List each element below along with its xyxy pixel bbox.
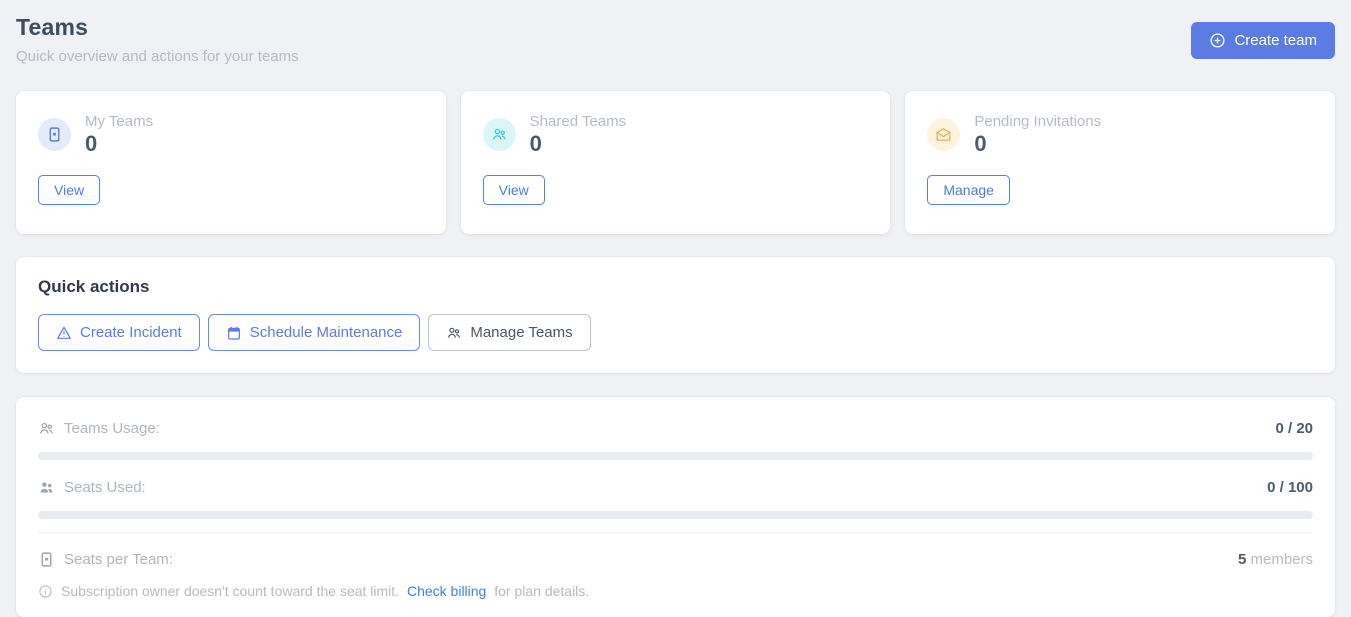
stat-card-header: My Teams 0 (38, 113, 424, 155)
stat-card-pending-invitations: Pending Invitations 0 Manage (905, 91, 1335, 234)
teams-usage-labelgroup: Teams Usage: (38, 420, 160, 437)
users-icon (446, 325, 462, 341)
stat-card-texts: Pending Invitations 0 (974, 113, 1101, 155)
schedule-maintenance-label: Schedule Maintenance (250, 324, 403, 341)
seats-per-team-labelgroup: Seats per Team: (38, 551, 173, 568)
stat-cards-row: My Teams 0 View Shared Teams 0 View (16, 91, 1335, 234)
quick-actions-buttons: Create Incident Schedule Maintenance Man… (38, 314, 1313, 351)
stat-card-header: Shared Teams 0 (483, 113, 869, 155)
seats-used-row: Seats Used: 0 / 100 (38, 473, 1313, 502)
quick-actions-panel: Quick actions Create Incident Schedule M… (16, 257, 1335, 373)
envelope-icon (927, 118, 960, 151)
id-badge-icon (38, 551, 55, 568)
quick-actions-heading: Quick actions (38, 277, 1313, 297)
teams-usage-label: Teams Usage: (64, 420, 160, 437)
page-header: Teams Quick overview and actions for you… (16, 14, 1335, 65)
stat-card-shared-teams: Shared Teams 0 View (461, 91, 891, 234)
info-icon (38, 584, 53, 599)
create-incident-label: Create Incident (80, 324, 182, 341)
note-text-before: Subscription owner doesn't count toward … (61, 583, 399, 599)
users-icon (483, 118, 516, 151)
view-my-teams-button[interactable]: View (38, 175, 100, 205)
page-header-text: Teams Quick overview and actions for you… (16, 14, 299, 65)
view-shared-teams-button[interactable]: View (483, 175, 545, 205)
teams-usage-value: 0 / 20 (1275, 420, 1313, 437)
seats-per-team-label: Seats per Team: (64, 551, 173, 568)
plus-circle-icon (1209, 32, 1226, 49)
check-billing-link[interactable]: Check billing (407, 583, 486, 599)
page-subtitle: Quick overview and actions for your team… (16, 48, 299, 65)
schedule-maintenance-button[interactable]: Schedule Maintenance (208, 314, 421, 351)
stat-card-label: Shared Teams (530, 113, 626, 130)
usage-divider (38, 532, 1313, 533)
stat-card-value: 0 (85, 133, 153, 155)
stat-card-label: Pending Invitations (974, 113, 1101, 130)
teams-page: Teams Quick overview and actions for you… (0, 0, 1351, 617)
stat-card-my-teams: My Teams 0 View (16, 91, 446, 234)
stat-card-texts: My Teams 0 (85, 113, 153, 155)
note-text-after: for plan details. (494, 583, 589, 599)
manage-teams-button[interactable]: Manage Teams (428, 314, 590, 351)
manage-invitations-button[interactable]: Manage (927, 175, 1010, 205)
stat-card-value: 0 (530, 133, 626, 155)
seats-per-team-suffix: members (1246, 551, 1313, 568)
teams-usage-progressbar (38, 452, 1313, 460)
seats-used-progressbar (38, 511, 1313, 519)
seats-used-label: Seats Used: (64, 479, 146, 496)
note-text: Subscription owner doesn't count toward … (61, 583, 589, 599)
usage-panel: Teams Usage: 0 / 20 Seats Used: 0 / 100 (16, 397, 1335, 617)
page-title: Teams (16, 14, 299, 41)
manage-teams-label: Manage Teams (470, 324, 572, 341)
stat-card-texts: Shared Teams 0 (530, 113, 626, 155)
users-filled-icon (38, 479, 55, 496)
stat-card-value: 0 (974, 133, 1101, 155)
stat-card-label: My Teams (85, 113, 153, 130)
stat-card-header: Pending Invitations 0 (927, 113, 1313, 155)
seats-per-team-value: 5 members (1238, 551, 1313, 568)
users-outline-icon (38, 420, 55, 437)
warning-triangle-icon (56, 325, 72, 341)
seats-per-team-row: Seats per Team: 5 members (38, 545, 1313, 574)
seats-used-value: 0 / 100 (1267, 479, 1313, 496)
teams-usage-row: Teams Usage: 0 / 20 (38, 414, 1313, 443)
seats-used-labelgroup: Seats Used: (38, 479, 146, 496)
create-team-label: Create team (1234, 32, 1317, 49)
calendar-icon (226, 325, 242, 341)
create-incident-button[interactable]: Create Incident (38, 314, 200, 351)
id-badge-icon (38, 118, 71, 151)
seat-limit-note: Subscription owner doesn't count toward … (38, 583, 1313, 599)
create-team-button[interactable]: Create team (1191, 22, 1335, 59)
